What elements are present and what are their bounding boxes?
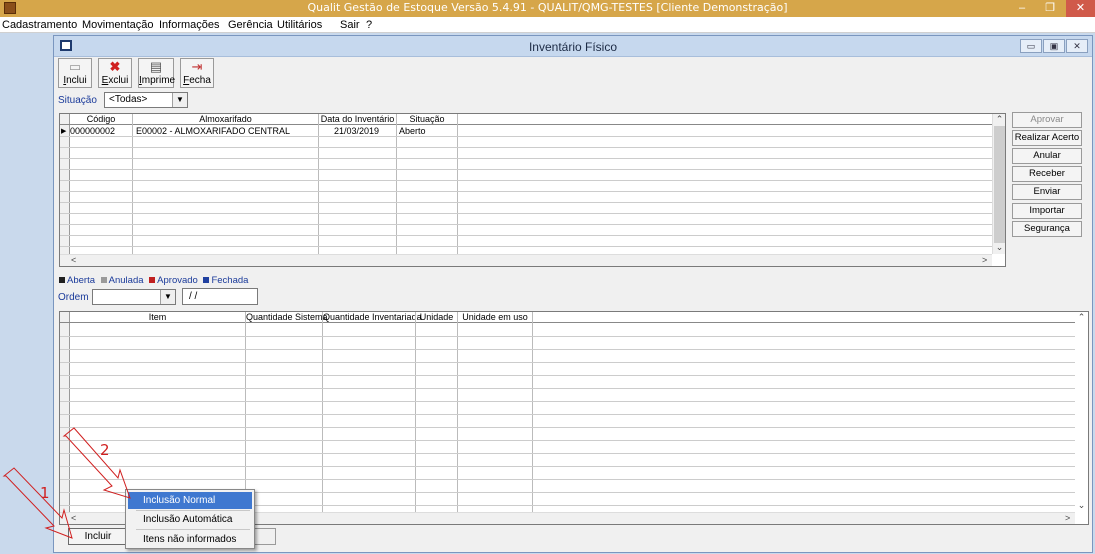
annotation-number-2: 2 [100,441,110,459]
annotation-arrow-1 [2,467,73,539]
annotation-arrow-2 [62,427,131,499]
annotation-arrows [2,427,131,539]
annotation-number-1: 1 [40,484,50,502]
